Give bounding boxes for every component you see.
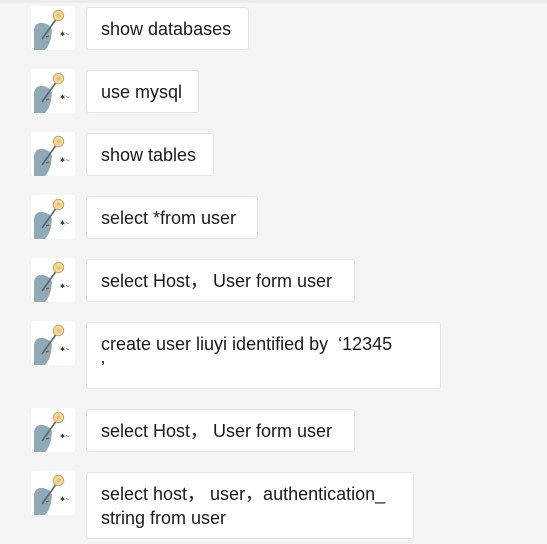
svg-text:✱~: ✱~ [60, 157, 70, 164]
user-avatar-icon[interactable]: ✱~ [31, 195, 75, 239]
message-bubble[interactable]: select *from user [86, 196, 258, 239]
message-bubble[interactable]: show databases [86, 7, 249, 50]
user-avatar-icon[interactable]: ✱~ [31, 321, 75, 365]
user-avatar-icon[interactable]: ✱~ [31, 408, 75, 452]
message-bubble[interactable]: select host， user，authentication_ string… [86, 472, 414, 539]
user-avatar-icon[interactable]: ✱~ [31, 6, 75, 50]
message-bubble[interactable]: select Host， User form user [86, 409, 355, 452]
user-avatar-icon[interactable]: ✱~ [31, 132, 75, 176]
user-avatar-icon[interactable]: ✱~ [31, 258, 75, 302]
svg-text:✱~: ✱~ [60, 283, 70, 290]
message-bubble[interactable]: create user liuyi identified by ‘12345 ’ [86, 322, 441, 389]
svg-text:✱~: ✱~ [60, 496, 70, 503]
user-avatar-icon[interactable]: ✱~ [31, 471, 75, 515]
svg-text:✱~: ✱~ [60, 220, 70, 227]
svg-text:✱~: ✱~ [60, 94, 70, 101]
message-bubble[interactable]: select Host， User form user [86, 259, 355, 302]
message-bubble[interactable]: show tables [86, 133, 214, 176]
svg-text:✱~: ✱~ [60, 31, 70, 38]
user-avatar-icon[interactable]: ✱~ [31, 69, 75, 113]
svg-text:✱~: ✱~ [60, 433, 70, 440]
chat-history[interactable]: ✱~ show databases ✱~ use mysql ✱~ show t… [0, 0, 547, 544]
message-bubble[interactable]: use mysql [86, 70, 199, 113]
svg-text:✱~: ✱~ [60, 346, 70, 353]
